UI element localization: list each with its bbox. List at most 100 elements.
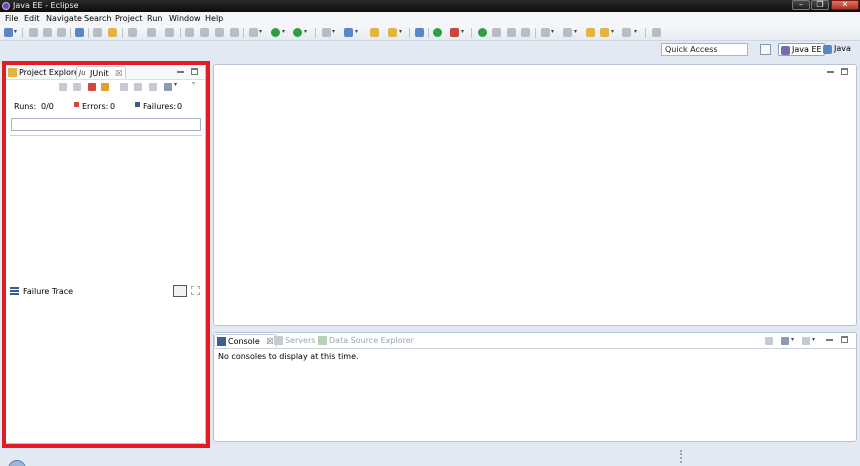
open-task-icon[interactable] [108,28,117,37]
disconnect-icon[interactable] [230,28,239,37]
search-dropdown-icon[interactable]: ▾ [461,28,464,35]
settings-dropdown-icon[interactable]: ▾ [259,28,262,35]
display-console-icon[interactable] [781,337,789,345]
open-folder-icon[interactable] [370,28,379,37]
menu-project[interactable]: Project [115,14,142,23]
tab-servers[interactable]: Servers [272,334,318,347]
perspective-label: Java EE [792,45,822,54]
annotation-dropdown-icon[interactable]: ▾ [551,28,554,35]
toolbar-separator [535,28,536,38]
debug-dropdown-icon[interactable]: ▾ [304,28,307,35]
new-server-icon[interactable] [322,28,331,37]
scroll-lock-icon[interactable] [101,83,109,91]
pin-editor-icon[interactable] [652,28,661,37]
history-dropdown-icon[interactable]: ▾ [174,81,177,88]
minimize-editor-icon[interactable] [827,68,834,73]
forward-icon[interactable] [622,28,631,37]
menu-window[interactable]: Window [169,14,201,23]
display-console-dropdown-icon[interactable]: ▾ [791,336,794,343]
perspective-java-ee[interactable]: Java EE [778,43,825,56]
step-into-icon[interactable] [185,28,194,37]
refresh-icon[interactable] [165,28,174,37]
new-server-dropdown-icon[interactable]: ▾ [332,28,335,35]
stop-icon[interactable] [507,28,516,37]
maximize-view-icon[interactable] [191,68,198,75]
run-icon[interactable] [271,28,280,37]
search-icon[interactable] [450,28,459,37]
back-icon[interactable] [600,28,609,37]
maximize-editor-icon[interactable] [841,68,848,75]
maximize-console-icon[interactable] [841,336,848,343]
main-toolbar: ▾ ▾ ▾ ▾ ▾ ▾ ▾ ▾ ▾ ▾ ▾ ▾ [0,25,860,41]
rerun-test-icon[interactable] [120,83,128,91]
new-icon[interactable] [4,28,13,37]
menu-file[interactable]: File [5,14,18,23]
tab-data-source-explorer[interactable]: Data Source Explorer [316,334,417,347]
close-window-button[interactable]: ✕ [831,0,859,10]
compare-result-button[interactable] [191,286,200,295]
tab-project-explorer[interactable]: Project Explorer [6,66,85,79]
pin-console-icon[interactable] [765,337,773,345]
filter-stack-trace-button[interactable] [173,285,187,297]
editor-area[interactable] [213,64,857,326]
resume-icon[interactable] [478,28,487,37]
minimize-view-icon[interactable] [177,68,184,73]
minimize-window-button[interactable]: – [792,0,810,10]
step-over-icon[interactable] [492,28,501,37]
previous-failure-icon[interactable] [73,83,81,91]
stack-trace-icon [10,287,19,295]
open-resource-icon[interactable] [388,28,397,37]
new-dropdown-icon[interactable]: ▾ [14,28,17,35]
tab-console[interactable]: Console ☒ [214,334,278,347]
next-annotation-icon[interactable] [563,28,572,37]
new-java-class-icon[interactable] [344,28,353,37]
save-icon[interactable] [29,28,38,37]
menu-search[interactable]: Search [84,14,111,23]
minimize-console-icon[interactable] [826,336,833,341]
view-menu-icon[interactable]: ▿ [192,80,195,87]
menu-help[interactable]: Help [205,14,223,23]
back-dropdown-icon[interactable]: ▾ [611,28,614,35]
toggle-markers-icon[interactable] [93,28,102,37]
settings-gear-icon[interactable] [249,28,258,37]
perspective-java[interactable]: Java [821,43,853,56]
menu-run[interactable]: Run [147,14,162,23]
next-annotation-dropdown-icon[interactable]: ▾ [574,28,577,35]
failure-icon [135,102,140,107]
resource-dropdown-icon[interactable]: ▾ [399,28,402,35]
suspend-icon[interactable] [200,28,209,37]
quick-access-input[interactable]: Quick Access [661,43,748,56]
rerun-failed-first-icon[interactable] [134,83,142,91]
print-icon[interactable] [57,28,66,37]
open-console-dropdown-icon[interactable]: ▾ [812,336,815,343]
open-type-icon[interactable] [75,28,84,37]
open-console-icon[interactable] [802,337,810,345]
console-view: Console ☒ Servers Data Source Explorer ▾… [213,332,857,442]
last-edit-icon[interactable] [586,28,595,37]
close-icon[interactable]: ☒ [115,69,122,78]
next-failure-icon[interactable] [59,83,67,91]
menu-edit[interactable]: Edit [24,14,40,23]
new-class-dropdown-icon[interactable]: ▾ [355,28,358,35]
test-run-history-icon[interactable] [164,83,172,91]
window-title: Java EE - Eclipse [13,1,79,10]
globe-icon[interactable] [415,28,424,37]
debug-icon[interactable] [293,28,302,37]
synchronize-icon[interactable] [433,28,442,37]
forward-dropdown-icon[interactable]: ▾ [634,28,637,35]
redo-icon[interactable] [147,28,156,37]
hand-icon[interactable] [521,28,530,37]
stop-test-icon[interactable] [149,83,157,91]
maximize-window-button[interactable]: ❐ [811,0,829,10]
save-all-icon[interactable] [43,28,52,37]
terminate-icon[interactable] [215,28,224,37]
tab-junit[interactable]: Ju JUnit ☒ [76,66,127,79]
run-dropdown-icon[interactable]: ▾ [282,28,285,35]
toolbar-separator [88,28,89,38]
show-failures-only-icon[interactable] [88,83,96,91]
undo-icon[interactable] [128,28,137,37]
menu-navigate[interactable]: Navigate [46,14,82,23]
annotation-icon[interactable] [541,28,550,37]
open-perspective-icon[interactable] [760,44,771,55]
eclipse-logo-icon [2,2,10,10]
